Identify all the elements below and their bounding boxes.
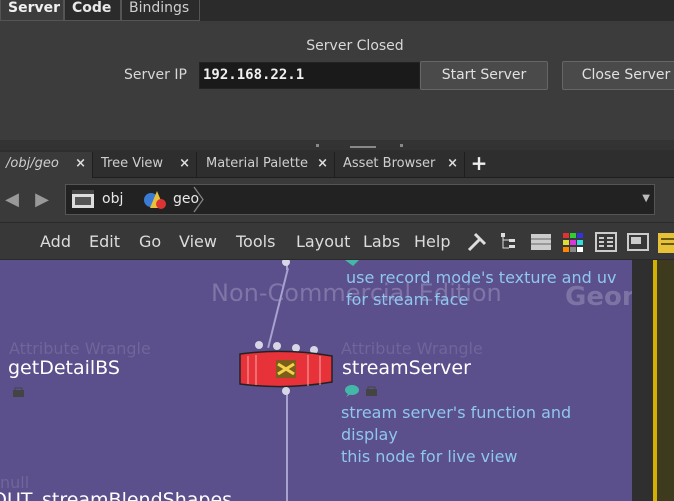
tab-tree-view[interactable]: Tree View × — [95, 152, 197, 178]
menu-view[interactable]: View — [179, 232, 217, 251]
crumb-obj[interactable]: obj — [102, 185, 123, 214]
server-panel: Server Closed Server IP 192.168.22.1 Sta… — [0, 21, 674, 140]
comment-line: stream server's function and display — [341, 403, 572, 444]
obj-context-icon — [71, 188, 97, 211]
sticky-note-icon[interactable] — [656, 230, 674, 254]
crumb-geo[interactable]: geo — [173, 185, 199, 214]
network-menu-bar: Add Edit Go View Tools Layout Labs Help — [0, 222, 674, 260]
network-path-field[interactable]: obj geo ▼ — [65, 184, 655, 215]
server-ip-input[interactable]: 192.168.22.1 — [199, 62, 420, 89]
python-panel-tabs: Server Code Bindings — [0, 0, 674, 21]
tab-label: /obj/geo — [6, 156, 59, 171]
tree-layout-icon[interactable] — [497, 230, 521, 254]
close-tab-icon[interactable]: × — [179, 152, 190, 176]
top-node-comment: use record mode's texture and uv for str… — [346, 267, 616, 311]
comment-bubble-icon[interactable] — [345, 385, 359, 397]
menu-go[interactable]: Go — [139, 232, 161, 251]
tab-obj-geo[interactable]: /obj/geo × — [0, 152, 93, 178]
node-name-getdetailbs[interactable]: getDetailBS — [8, 357, 120, 379]
back-arrow-icon[interactable]: ◀ — [0, 190, 24, 210]
tab-material-palette[interactable]: Material Palette × — [200, 152, 335, 178]
tab-asset-browser[interactable]: Asset Browser × — [337, 152, 465, 178]
comment-line: for stream face — [346, 290, 469, 309]
menu-help[interactable]: Help — [414, 232, 450, 251]
path-bar: ◀ ▶ obj geo ▼ — [0, 178, 674, 222]
splitter-grip-icon — [400, 144, 403, 147]
output-wire — [286, 393, 288, 501]
close-tab-icon[interactable]: × — [447, 152, 458, 176]
streamserver-comment: stream server's function and display thi… — [341, 402, 632, 468]
menu-tools[interactable]: Tools — [236, 232, 275, 251]
add-tab-button[interactable]: + — [469, 150, 489, 178]
pane-tab-bar: /obj/geo × Tree View × Material Palette … — [0, 150, 674, 178]
close-server-button[interactable]: Close Server — [562, 61, 674, 90]
start-server-button[interactable]: Start Server — [420, 61, 548, 90]
color-palette-icon[interactable] — [561, 230, 585, 254]
parameter-view-icon[interactable] — [594, 230, 618, 254]
list-view-icon[interactable] — [529, 230, 553, 254]
close-tab-icon[interactable]: × — [317, 152, 328, 176]
tab-label: Material Palette — [206, 156, 308, 171]
output-connector-icon — [282, 260, 290, 266]
wrench-icon[interactable] — [465, 230, 489, 254]
comment-line: this node for live view — [341, 447, 518, 466]
splitter-grip-icon — [316, 144, 319, 147]
node-type-label: Attribute Wrangle — [341, 339, 483, 358]
node-name-streamserver[interactable]: streamServer — [342, 357, 471, 379]
pane-splitter[interactable] — [0, 140, 674, 150]
tab-server[interactable]: Server — [0, 0, 64, 21]
node-name-out[interactable]: OUT_streamBlendShapes — [0, 489, 232, 501]
comment-bubble-icon — [345, 260, 359, 266]
network-editor[interactable]: Non-Commercial Edition Geomet use record… — [0, 260, 632, 501]
node-type-label: Attribute Wrangle — [9, 339, 151, 358]
tab-code[interactable]: Code — [64, 0, 121, 21]
lock-icon — [366, 386, 377, 396]
houdini-window: Server Code Bindings Server Closed Serve… — [0, 0, 674, 501]
menu-layout[interactable]: Layout — [296, 232, 350, 251]
menu-labs[interactable]: Labs — [363, 232, 400, 251]
sticky-note-panel — [653, 260, 674, 501]
tab-label: Tree View — [101, 156, 164, 171]
splitter-handle-icon — [350, 146, 376, 148]
server-status: Server Closed — [306, 38, 404, 54]
comment-line: use record mode's texture and uv — [346, 268, 617, 287]
close-tab-icon[interactable]: × — [75, 152, 86, 176]
lock-icon — [13, 387, 24, 397]
geo-context-icon — [142, 188, 168, 211]
menu-add[interactable]: Add — [40, 232, 71, 251]
tab-label: Asset Browser — [343, 156, 436, 171]
server-ip-label: Server IP — [124, 67, 187, 83]
network-side-strip — [632, 260, 653, 501]
path-dropdown-icon[interactable]: ▼ — [642, 193, 650, 204]
wrangle-node-tile[interactable] — [236, 340, 336, 396]
forward-arrow-icon[interactable]: ▶ — [30, 190, 54, 210]
menu-edit[interactable]: Edit — [89, 232, 120, 251]
window-icon[interactable] — [626, 230, 650, 254]
tab-bindings[interactable]: Bindings — [121, 0, 200, 21]
